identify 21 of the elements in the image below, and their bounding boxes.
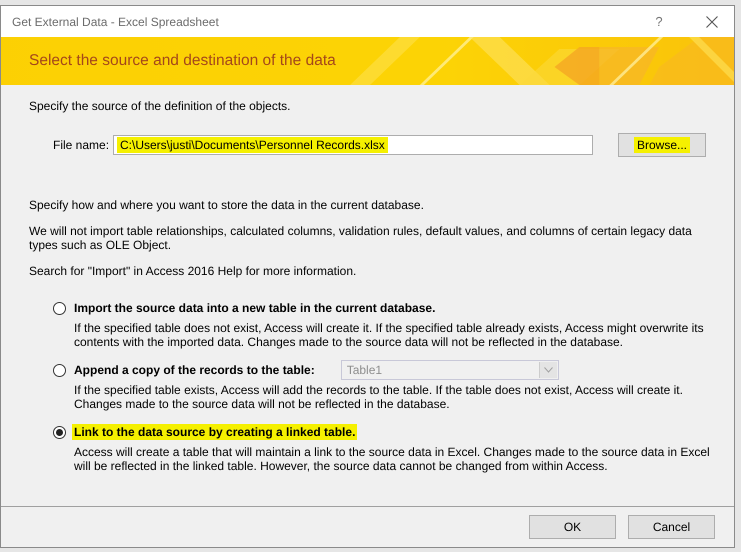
radio-button[interactable] xyxy=(53,426,66,438)
info-paragraph: Specify how and where you want to store the data in the current database. xyxy=(29,198,425,212)
option-description: If the specified table does not exist, Access will create it. If the specified table already exists, Access might overwrite its contents with the imported data. Changes made to the source data will not be reflected in the database. xyxy=(74,321,705,349)
dialog-button[interactable]: Cancel xyxy=(628,515,715,539)
help-button[interactable]: ? xyxy=(644,6,674,37)
info-paragraph: We will not import table relationships, calculated columns, validation rules, default values, and columns of certain legacy data types such as OLE Object. xyxy=(29,224,693,252)
close-icon xyxy=(706,16,718,28)
source-instruction: Specify the source of the definition of the objects. xyxy=(29,99,292,113)
radio-button[interactable] xyxy=(53,302,66,314)
option-description: If the specified table exists, Access will add the records to the table. If the table does not exist, Access will create it. Changes made to the source data will not be reflected in the database. xyxy=(74,383,684,411)
option-label[interactable]: Link to the data source by creating a linked table. xyxy=(72,424,358,440)
window-title: Get External Data - Excel Spreadsheet xyxy=(12,14,220,28)
option-description: Access will create a table that will maintain a link to the source data in Excel. Changes made to the source data in Excel will be reflected in the linked table. However, the source data cannot be changed from within Access. xyxy=(74,445,711,473)
banner-heading: Select the source and destination of the data xyxy=(28,51,336,70)
option-label[interactable]: Import the source data into a new table in the current database. xyxy=(72,300,438,316)
file-name-field[interactable]: C:\Users\justi\Documents\Personnel Records.xlsx xyxy=(113,135,593,155)
dialog-button[interactable]: OK xyxy=(529,515,616,539)
info-paragraph: Search for "Import" in Access 2016 Help for more information. xyxy=(29,264,358,278)
file-name-label: File name: xyxy=(53,138,110,152)
chevron-down-icon xyxy=(544,367,553,373)
browse-button[interactable]: Browse... xyxy=(618,133,706,157)
